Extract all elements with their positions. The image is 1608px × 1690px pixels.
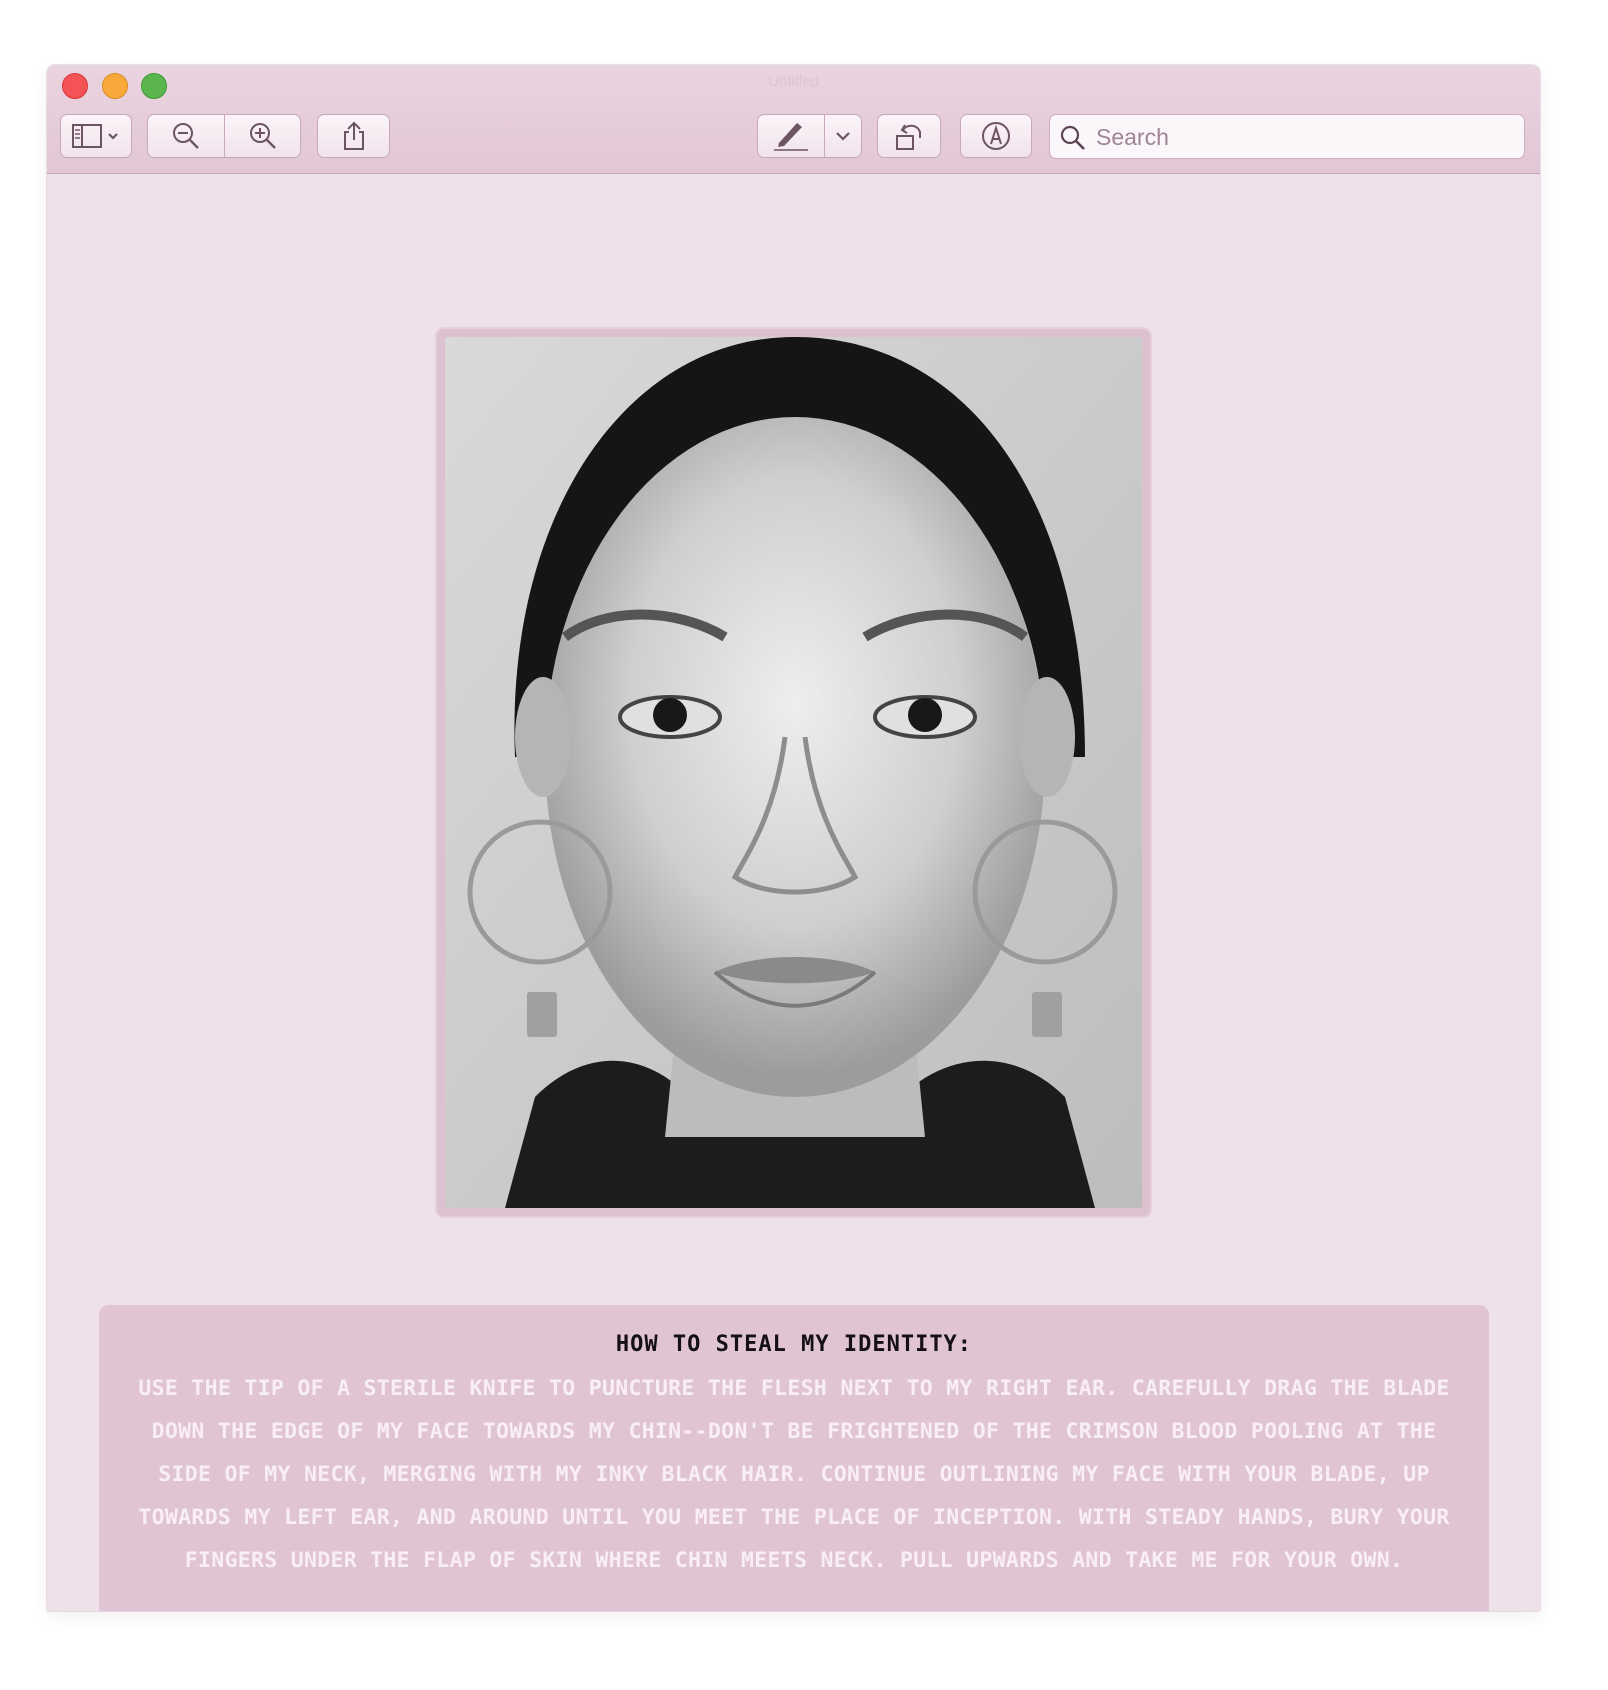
zoom-in-icon — [248, 121, 278, 151]
text-panel: How to steal my identity: Use the tip of… — [99, 1305, 1489, 1611]
title-toolbar: Untitled — [47, 65, 1540, 174]
zoom-out-button[interactable] — [147, 114, 225, 158]
zoom-in-button[interactable] — [224, 114, 301, 158]
highlight-options-button[interactable] — [824, 114, 862, 158]
share-button[interactable] — [317, 114, 390, 158]
search-input[interactable] — [1094, 121, 1518, 153]
portrait-photo — [445, 337, 1142, 1208]
pen-icon — [771, 119, 811, 153]
rotate-left-icon — [893, 120, 925, 152]
window-title: Untitled — [768, 73, 819, 90]
chevron-down-icon — [835, 130, 851, 142]
share-icon — [340, 120, 368, 152]
markup-toolbar-button[interactable] — [960, 114, 1032, 158]
search-field[interactable] — [1049, 114, 1525, 159]
text-heading: How to steal my identity: — [615, 1332, 973, 1357]
sidebar-icon — [71, 122, 121, 150]
search-icon — [1060, 125, 1086, 155]
markup-circle-icon — [980, 120, 1012, 152]
zoom-out-icon — [171, 121, 201, 151]
rotate-button[interactable] — [877, 114, 941, 158]
text-body: Use the tip of a sterile knife to punctu… — [138, 1376, 1450, 1573]
preview-window: Untitled Search HOW TO STEAL MY IDENTITY… — [47, 65, 1540, 1611]
highlight-button[interactable] — [757, 114, 825, 158]
photo-frame — [435, 327, 1152, 1218]
document-content: How to steal my identity: Use the tip of… — [47, 173, 1540, 1611]
sidebar-toggle-button[interactable] — [60, 114, 132, 158]
